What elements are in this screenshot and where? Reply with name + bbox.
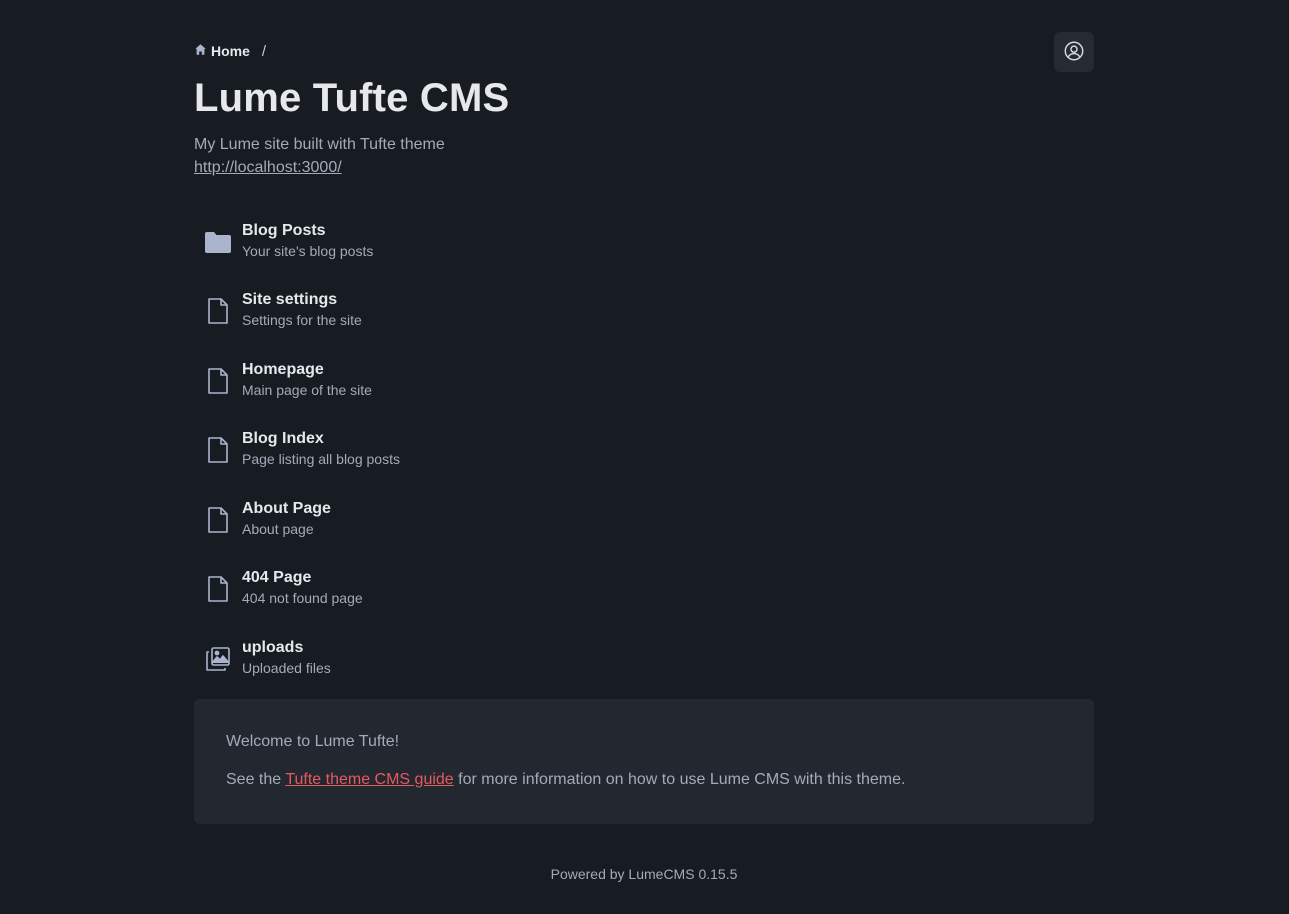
welcome-panel: Welcome to Lume Tufte! See the Tufte the… [194, 698, 1094, 824]
site-description: My Lume site built with Tufte theme [194, 136, 445, 153]
collection-description: Uploaded files [242, 659, 331, 676]
cms-guide-link[interactable]: Tufte theme CMS guide [285, 771, 453, 788]
collection-list: Blog Posts Your site's blog posts Site s… [194, 206, 1094, 693]
collection-label: About Page [242, 499, 331, 517]
welcome-guide-text: See the Tufte theme CMS guide for more i… [226, 769, 1062, 791]
collection-item-blog-posts[interactable]: Blog Posts Your site's blog posts [194, 206, 1094, 276]
file-icon [204, 506, 232, 534]
site-url-link[interactable]: http://localhost:3000/ [194, 156, 342, 180]
breadcrumb-home-label: Home [211, 43, 250, 59]
collection-item-uploads[interactable]: uploads Uploaded files [194, 623, 1094, 693]
collection-description: Your site's blog posts [242, 242, 374, 259]
collection-description: Page listing all blog posts [242, 451, 400, 468]
user-menu-button[interactable] [1054, 32, 1094, 72]
folder-icon [204, 228, 232, 256]
collection-item-about-page[interactable]: About Page About page [194, 484, 1094, 554]
footer-powered-by: Powered by LumeCMS 0.15.5 [550, 865, 738, 882]
images-icon [204, 645, 232, 673]
collection-description: Settings for the site [242, 312, 362, 329]
page: Home / Lume Tufte CMS My Lume site built… [194, 0, 1094, 882]
file-icon [204, 436, 232, 464]
collection-item-blog-index[interactable]: Blog Index Page listing all blog posts [194, 415, 1094, 485]
file-icon [204, 367, 232, 395]
welcome-heading: Welcome to Lume Tufte! [226, 732, 400, 750]
breadcrumb: Home / [194, 31, 266, 71]
collection-item-homepage[interactable]: Homepage Main page of the site [194, 345, 1094, 415]
home-icon [194, 43, 207, 59]
welcome-text-after: for more information on how to use Lume … [453, 770, 906, 788]
collection-label: Site settings [242, 291, 338, 309]
collection-label: uploads [242, 638, 304, 656]
collection-item-site-settings[interactable]: Site settings Settings for the site [194, 276, 1094, 346]
collection-label: Homepage [242, 360, 324, 378]
collection-description: About page [242, 520, 314, 537]
top-bar: Home / [194, 32, 1094, 72]
user-circle-icon [1063, 40, 1085, 65]
collection-label: Blog Index [242, 430, 324, 448]
breadcrumb-separator: / [261, 42, 267, 60]
file-icon [204, 575, 232, 603]
file-icon [204, 297, 232, 325]
collection-description: 404 not found page [242, 590, 363, 607]
breadcrumb-home-link[interactable]: Home [194, 43, 250, 59]
collection-label: 404 Page [242, 569, 312, 587]
site-title: Lume Tufte CMS [194, 76, 510, 120]
welcome-text-before: See the [226, 770, 286, 788]
collection-label: Blog Posts [242, 221, 326, 239]
collection-description: Main page of the site [242, 381, 372, 398]
collection-item-404-page[interactable]: 404 Page 404 not found page [194, 554, 1094, 624]
